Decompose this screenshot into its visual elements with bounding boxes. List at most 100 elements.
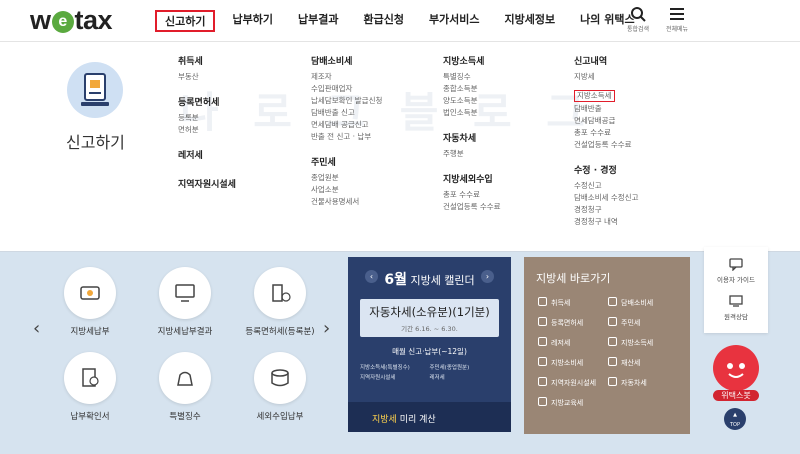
card-pay-icon — [64, 267, 116, 319]
menu-item[interactable]: 총포 수수료 — [574, 127, 638, 139]
menu-item[interactable]: 수정신고 — [574, 180, 638, 192]
nav-refund[interactable]: 환급신청 — [355, 10, 411, 32]
menu-item[interactable]: 법인소득분 — [443, 107, 501, 119]
menu-item[interactable]: 경정청구 내역 — [574, 216, 638, 228]
tax-calendar: ‹ › 6월 지방세 캘린더 자동차세(소유분)(1기분) 기간 6.16. ~… — [348, 257, 511, 432]
mega-menu: 나 로 그 블 로 그 신고하기 취득세 부동산 등록면허세 등록분 면허분 레… — [0, 42, 800, 252]
menu-item[interactable]: 건설업등록 수수료 — [443, 201, 501, 213]
quick-link-registration[interactable]: 등록면허세(등록분) — [234, 267, 326, 337]
menu-item[interactable]: 담배반출 신고 — [311, 107, 382, 119]
menu-column-4: 신고내역 지방세 지방소득세 담배반출 면세담배공급 총포 수수료 건설업등록 … — [574, 54, 638, 228]
shortcut-local-consumption-tax[interactable]: 지방소비세 — [538, 357, 608, 368]
wetax-bot-mascot[interactable] — [713, 345, 759, 391]
building-icon — [254, 267, 306, 319]
all-menu-button[interactable]: 전체메뉴 — [657, 6, 697, 33]
menu-heading[interactable]: 지역자원시설세 — [178, 177, 236, 190]
menu-item[interactable]: 사업소분 — [311, 184, 382, 196]
menu-item[interactable]: 특별징수 — [443, 71, 501, 83]
calendar-monthly: 매월 신고·납부(~12일) — [392, 347, 467, 356]
shortcut-leisure-tax[interactable]: 레저세 — [538, 337, 608, 348]
shortcut-vehicle-tax[interactable]: 자동차세 — [608, 377, 683, 388]
shortcut-property-tax[interactable]: 재산세 — [608, 357, 683, 368]
tax-calculator-link[interactable]: 지방세 미리 계산 — [348, 402, 511, 432]
menu-item[interactable]: 수입판매업자 — [311, 83, 382, 95]
nav-pay[interactable]: 납부하기 — [224, 10, 280, 32]
shortcut-resident-tax[interactable]: 주민세 — [608, 317, 683, 328]
menu-item[interactable]: 납세담보확인 발급신청 — [311, 95, 382, 107]
menu-item[interactable]: 제조자 — [311, 71, 382, 83]
quick-link-pay-result[interactable]: 지방세납부결과 — [139, 267, 231, 337]
menu-item[interactable]: 종업원분 — [311, 172, 382, 184]
receipt-icon — [64, 352, 116, 404]
chevron-left-icon[interactable]: ‹ — [33, 318, 40, 339]
shortcut-acquisition-tax[interactable]: 취득세 — [538, 297, 608, 308]
menu-item[interactable]: 면허분 — [178, 124, 236, 136]
menu-item[interactable]: 면세담배 공급신고 — [311, 119, 382, 131]
chat-icon — [729, 258, 743, 271]
quick-link-special-withholding[interactable]: 특별징수 — [139, 352, 231, 422]
menu-heading[interactable]: 주민세 — [311, 155, 382, 168]
search-button[interactable]: 통합검색 — [618, 6, 658, 33]
mega-title: 신고하기 — [66, 133, 125, 152]
nav-extra-services[interactable]: 부가서비스 — [421, 10, 488, 32]
menu-item[interactable]: 담배반출 — [574, 103, 638, 115]
right-rail: 이용자 가이드 원격상담 — [704, 247, 768, 333]
menu-heading[interactable]: 취득세 — [178, 54, 236, 67]
menu-item[interactable]: 지방세 — [574, 71, 638, 83]
coins-icon — [254, 352, 306, 404]
calendar-item: 레저세 — [429, 375, 445, 381]
wetax-bot-label[interactable]: 위택스봇 — [713, 390, 759, 401]
menu-item[interactable]: 종합소득분 — [443, 83, 501, 95]
hamburger-icon — [670, 8, 684, 20]
money-bag-icon — [159, 352, 211, 404]
quick-link-pay[interactable]: 지방세납부 — [44, 267, 136, 337]
calendar-next-button[interactable]: › — [481, 270, 494, 283]
scroll-top-button[interactable]: ▲ TOP — [724, 408, 746, 430]
nav-report[interactable]: 신고하기 — [155, 10, 216, 32]
calendar-items: 지방소득세(특별징수) 주민세(종업원분) 지역자원시설세 레저세 — [360, 363, 499, 381]
shortcut-registration-tax[interactable]: 등록면허세 — [538, 317, 608, 328]
menu-heading[interactable]: 신고내역 — [574, 54, 638, 67]
menu-item[interactable]: 부동산 — [178, 71, 236, 83]
shortcut-grid: 취득세 담배소비세 등록면허세 주민세 레저세 지방소득세 지방소비세 재산세 … — [538, 297, 688, 408]
menu-item[interactable]: 반출 전 신고 · 납부 — [311, 131, 382, 143]
menu-item[interactable]: 면세담배공급 — [574, 115, 638, 127]
shortcut-title: 지방세 바로가기 — [536, 272, 611, 285]
calendar-item: 지역자원시설세 — [360, 375, 396, 381]
quick-link-non-tax-payment[interactable]: 세외수입납부 — [234, 352, 326, 422]
menu-heading[interactable]: 자동차세 — [443, 131, 501, 144]
main-nav: 신고하기 납부하기 납부결과 환급신청 부가서비스 지방세정보 나의 위택스 — [155, 10, 652, 32]
menu-item-highlighted[interactable]: 지방소득세 — [574, 90, 615, 102]
menu-item[interactable]: 건물사용명세서 — [311, 196, 382, 208]
calendar-prev-button[interactable]: ‹ — [365, 270, 378, 283]
menu-heading[interactable]: 지방소득세 — [443, 54, 501, 67]
shortcut-tobacco-tax[interactable]: 담배소비세 — [608, 297, 683, 308]
menu-item[interactable]: 총포 수수료 — [443, 189, 501, 201]
calendar-item: 주민세(종업원분) — [429, 365, 470, 371]
nav-local-tax-info[interactable]: 지방세정보 — [497, 10, 564, 32]
menu-heading[interactable]: 담배소비세 — [311, 54, 382, 67]
user-guide-button[interactable]: 이용자 가이드 — [704, 257, 768, 284]
menu-heading[interactable]: 수정 · 경정 — [574, 163, 638, 176]
header: w e tax 신고하기 납부하기 납부결과 환급신청 부가서비스 지방세정보 나의… — [0, 0, 800, 42]
menu-item[interactable]: 경정청구 — [574, 204, 638, 216]
menu-item[interactable]: 담배소비세 수정신고 — [574, 192, 638, 204]
menu-heading[interactable]: 등록면허세 — [178, 95, 236, 108]
local-tax-shortcuts: 지방세 바로가기 취득세 담배소비세 등록면허세 주민세 레저세 지방소득세 지… — [524, 257, 690, 434]
nav-pay-result[interactable]: 납부결과 — [290, 10, 346, 32]
shortcut-local-income-tax[interactable]: 지방소득세 — [608, 337, 683, 348]
menu-item[interactable]: 등록분 — [178, 112, 236, 124]
wetax-logo[interactable]: w e tax — [30, 5, 113, 36]
menu-heading[interactable]: 레저세 — [178, 148, 236, 161]
menu-column-1: 취득세 부동산 등록면허세 등록분 면허분 레저세 지역자원시설세 — [178, 54, 236, 194]
menu-item[interactable]: 건설업등록 수수료 — [574, 139, 638, 151]
calendar-item: 지방소득세(특별징수) — [360, 365, 410, 371]
shortcut-education-tax[interactable]: 지방교육세 — [538, 397, 608, 408]
shortcut-regional-resource-tax[interactable]: 지역자원시설세 — [538, 377, 608, 388]
remote-support-button[interactable]: 원격상담 — [704, 294, 768, 321]
menu-heading[interactable]: 지방세외수입 — [443, 172, 501, 185]
calendar-main-event[interactable]: 자동차세(소유분)(1기분) 기간 6.16. ~ 6.30. — [360, 299, 499, 337]
menu-item[interactable]: 주행분 — [443, 148, 501, 160]
menu-item[interactable]: 양도소득분 — [443, 95, 501, 107]
quick-link-certificate[interactable]: 납부확인서 — [44, 352, 136, 422]
